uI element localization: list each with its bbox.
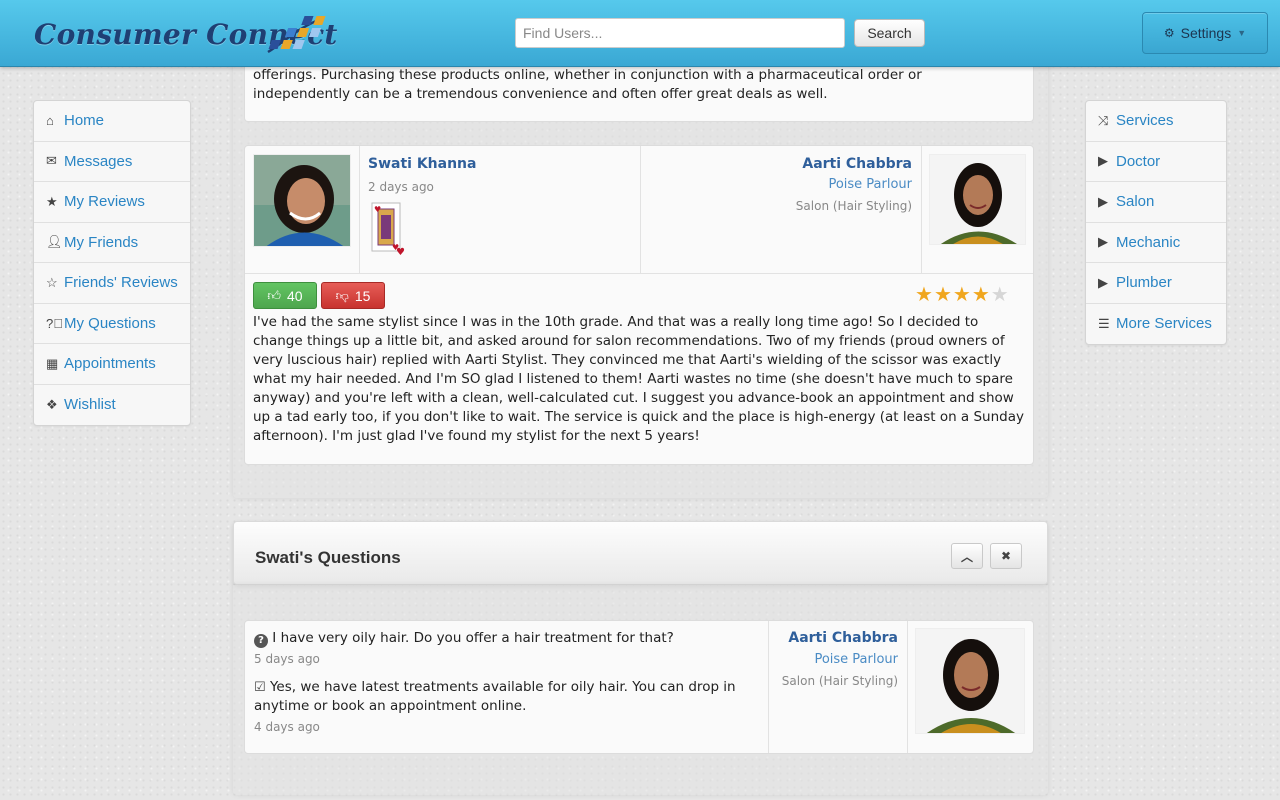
star-filled-icon: ★ bbox=[952, 282, 972, 306]
services-item-salon[interactable]: ▶ Salon bbox=[1086, 182, 1226, 223]
shuffle-icon: ⤨ bbox=[1098, 112, 1109, 128]
brand-logo-icon bbox=[267, 16, 326, 54]
user-icon: 👤︎ bbox=[46, 234, 63, 250]
review-card-col-divider-1 bbox=[359, 146, 360, 274]
star-outline-icon: ☆ bbox=[46, 274, 58, 290]
thumbs-up-icon: 👍︎ bbox=[267, 287, 281, 303]
questions-panel-title: Swati's Questions bbox=[255, 548, 401, 567]
answer-provider-name-link[interactable]: Aarti Chabbra bbox=[788, 630, 898, 646]
answer-provider-avatar[interactable] bbox=[915, 628, 1025, 734]
provider-category: Salon (Hair Styling) bbox=[795, 199, 912, 213]
play-icon: ▶ bbox=[1098, 193, 1108, 209]
upvote-button[interactable]: 👍︎ 40 bbox=[253, 282, 317, 309]
play-icon: ▶ bbox=[1098, 153, 1108, 169]
play-icon: ▶ bbox=[1098, 274, 1108, 290]
downvote-button[interactable]: 👎︎ 15 bbox=[321, 282, 385, 309]
sidebar-item-home[interactable]: ⌂ Home bbox=[34, 101, 190, 142]
calendar-icon: ▦ bbox=[46, 355, 59, 371]
provider-business[interactable]: Poise Parlour bbox=[828, 177, 912, 192]
reviewer-name-link[interactable]: Swati Khanna bbox=[368, 156, 476, 172]
services-item-more-services[interactable]: ☰ More Services bbox=[1086, 304, 1226, 345]
close-icon: ✖ bbox=[1000, 549, 1012, 563]
check-square-icon: ☑ bbox=[254, 680, 266, 695]
answer-provider-business[interactable]: Poise Parlour bbox=[814, 652, 898, 667]
provider-name-link[interactable]: Aarti Chabbra bbox=[802, 156, 912, 172]
provider-avatar[interactable] bbox=[929, 154, 1026, 245]
sidebar-item-messages[interactable]: ✉ Messages bbox=[34, 142, 190, 182]
star-empty-icon: ★ bbox=[990, 282, 1010, 306]
list-icon: ☰ bbox=[1098, 315, 1110, 331]
answer-time: 4 days ago bbox=[254, 720, 320, 734]
play-icon: ▶ bbox=[1098, 234, 1108, 250]
sidebar-item-friends-reviews[interactable]: ☆ Friends' Reviews bbox=[34, 263, 190, 304]
star-rating: ★★★★★ bbox=[915, 282, 1010, 306]
answer-text: Yes, we have latest treatments available… bbox=[254, 679, 736, 714]
caret-down-icon: ▼ bbox=[1237, 28, 1247, 38]
sidebar-item-appointments[interactable]: ▦ Appointments bbox=[34, 344, 190, 385]
gear-icon: ⚙ bbox=[1163, 26, 1175, 40]
thumbs-down-icon: 👎︎ bbox=[335, 287, 349, 303]
review-time: 2 days ago bbox=[368, 180, 434, 194]
services-item-services[interactable]: ⤨ Services bbox=[1086, 101, 1226, 142]
top-navbar: Consumer Connect Search ⚙ Settings ▼ bbox=[0, 0, 1280, 67]
questions-panel-header: Swati's Questions ︿ ✖ bbox=[233, 521, 1048, 585]
search-button[interactable]: Search bbox=[854, 19, 925, 47]
review-card-col-divider-2 bbox=[640, 146, 641, 274]
svg-text:♥: ♥ bbox=[396, 247, 405, 256]
sidebar-item-my-reviews[interactable]: ★ My Reviews bbox=[34, 182, 190, 223]
answer-provider-category: Salon (Hair Styling) bbox=[781, 674, 898, 688]
question-circle-icon: ? bbox=[254, 634, 268, 648]
services-item-mechanic[interactable]: ▶ Mechanic bbox=[1086, 223, 1226, 263]
question-circle-icon: ?⃝ bbox=[46, 315, 63, 331]
services-item-doctor[interactable]: ▶ Doctor bbox=[1086, 142, 1226, 182]
question-text: I have very oily hair. Do you offer a ha… bbox=[272, 630, 674, 646]
question-row: ? I have very oily hair. Do you offer a … bbox=[254, 629, 759, 648]
reviewer-photo bbox=[254, 155, 350, 246]
previous-review-card: offerings. Purchasing these products onl… bbox=[244, 60, 1034, 122]
star-icon: ★ bbox=[46, 193, 58, 209]
question-card-divider-2 bbox=[907, 621, 908, 753]
settings-label: Settings bbox=[1180, 25, 1232, 41]
home-icon: ⌂ bbox=[46, 113, 54, 129]
gift-icon: ❖ bbox=[46, 396, 58, 412]
close-panel-button[interactable]: ✖ bbox=[990, 543, 1022, 569]
left-sidebar-nav: ⌂ Home ✉ Messages ★ My Reviews 👤︎ My Fri… bbox=[33, 100, 191, 426]
reviewer-avatar[interactable] bbox=[253, 154, 351, 247]
settings-dropdown-button[interactable]: ⚙ Settings ▼ bbox=[1142, 12, 1268, 54]
review-card-divider bbox=[245, 273, 1033, 274]
svg-text:♥: ♥ bbox=[374, 205, 381, 214]
queen-of-hearts-card-icon: ♥ ♥ ♥ bbox=[370, 201, 410, 258]
review-text: I've had the same stylist since I was in… bbox=[253, 314, 1024, 444]
sidebar-item-my-questions[interactable]: ?⃝ My Questions bbox=[34, 304, 190, 344]
chevron-up-icon: ︿ bbox=[960, 549, 973, 564]
sidebar-item-wishlist[interactable]: ❖ Wishlist bbox=[34, 385, 190, 426]
collapse-panel-button[interactable]: ︿ bbox=[951, 543, 983, 569]
services-item-plumber[interactable]: ▶ Plumber bbox=[1086, 263, 1226, 304]
question-time: 5 days ago bbox=[254, 652, 320, 666]
right-services-nav: ⤨ Services ▶ Doctor ▶ Salon ▶ Mechanic ▶… bbox=[1085, 100, 1227, 345]
question-card-divider-1 bbox=[768, 621, 769, 753]
review-card-col-divider-3 bbox=[921, 146, 922, 274]
star-filled-icon: ★ bbox=[915, 282, 934, 306]
find-users-input[interactable] bbox=[515, 18, 845, 48]
answer-row: ☑ Yes, we have latest treatments availab… bbox=[254, 678, 759, 716]
envelope-icon: ✉ bbox=[46, 153, 57, 169]
previous-review-text: offerings. Purchasing these products onl… bbox=[253, 67, 922, 102]
star-filled-icon: ★ bbox=[971, 282, 991, 306]
provider-photo bbox=[930, 155, 1025, 244]
answer-provider-photo bbox=[916, 629, 1024, 733]
sidebar-item-my-friends[interactable]: 👤︎ My Friends bbox=[34, 223, 190, 263]
star-filled-icon: ★ bbox=[933, 282, 953, 306]
